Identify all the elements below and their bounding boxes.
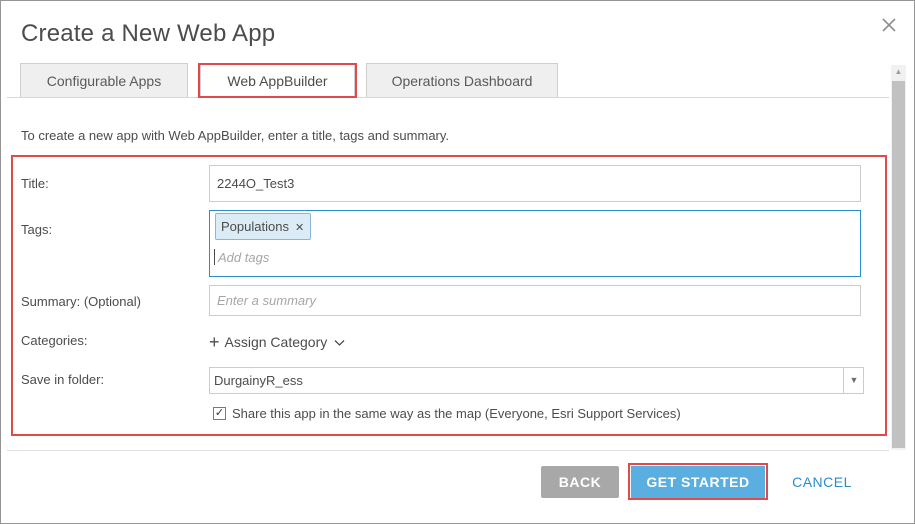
folder-label: Save in folder:: [21, 372, 105, 387]
dialog-title: Create a New Web App: [21, 20, 276, 47]
chevron-down-icon: [334, 334, 345, 350]
tab-web-appbuilder[interactable]: Web AppBuilder: [200, 63, 355, 98]
close-icon[interactable]: [879, 15, 899, 35]
scrollbar-thumb[interactable]: [892, 81, 905, 448]
tags-label: Tags:: [21, 222, 53, 237]
title-input[interactable]: 2244O_Test3: [209, 165, 861, 202]
assign-category-label: Assign Category: [224, 334, 328, 350]
get-started-button[interactable]: GET STARTED: [631, 466, 765, 498]
tags-placeholder: Add tags: [218, 250, 270, 265]
plus-icon: +: [209, 332, 220, 352]
tab-configurable-apps[interactable]: Configurable Apps: [20, 63, 188, 97]
folder-select[interactable]: DurgainyR_ess: [209, 367, 864, 394]
tag-chip: Populations ✕: [215, 213, 312, 240]
scroll-up-arrow-icon[interactable]: ▲: [891, 65, 906, 79]
tab-operations-dashboard[interactable]: Operations Dashboard: [366, 63, 558, 97]
remove-tag-icon[interactable]: ✕: [295, 222, 304, 234]
back-button[interactable]: BACK: [541, 466, 619, 498]
cancel-button[interactable]: CANCEL: [781, 466, 863, 498]
summary-input[interactable]: Enter a summary: [209, 285, 861, 316]
create-web-app-dialog: Create a New Web App Configurable Apps W…: [0, 0, 915, 524]
summary-label: Summary: (Optional): [21, 294, 141, 309]
text-caret: [214, 249, 215, 265]
categories-label: Categories:: [21, 333, 88, 348]
dropdown-arrow-icon[interactable]: ▼: [843, 367, 864, 393]
share-checkbox-label: Share this app in the same way as the ma…: [232, 406, 681, 421]
intro-text: To create a new app with Web AppBuilder,…: [21, 128, 450, 143]
assign-category-button[interactable]: + Assign Category: [209, 332, 345, 353]
footer-divider: [7, 450, 889, 451]
share-checkbox[interactable]: ✓: [213, 407, 226, 420]
title-label: Title:: [21, 176, 49, 191]
tag-chip-label: Populations: [221, 219, 289, 234]
summary-placeholder: Enter a summary: [217, 293, 316, 308]
